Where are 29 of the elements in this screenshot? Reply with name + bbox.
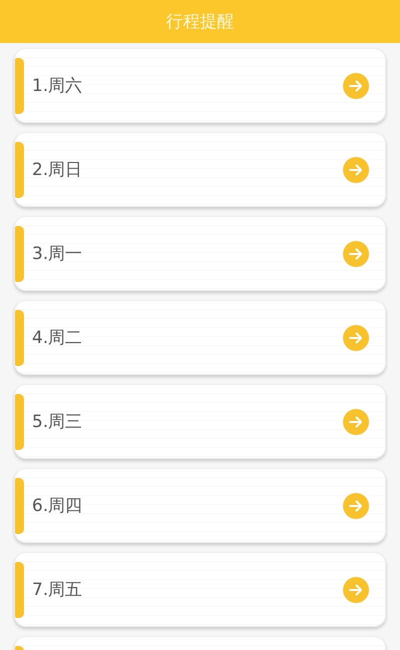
day-label: 4.周二 (32, 327, 84, 349)
accent-bar (15, 142, 24, 198)
day-label: 6.周四 (32, 495, 84, 517)
accent-bar (15, 226, 24, 282)
day-card[interactable]: 2.周日 (14, 132, 386, 207)
day-card[interactable]: 5.周三 (14, 384, 386, 459)
arrow-right-icon[interactable] (343, 240, 369, 266)
arrow-right-icon[interactable] (343, 576, 369, 602)
arrow-right-icon[interactable] (343, 156, 369, 182)
accent-bar (15, 562, 24, 618)
accent-bar (15, 394, 24, 450)
day-label: 5.周三 (32, 411, 84, 433)
arrow-right-icon[interactable] (343, 324, 369, 350)
day-label: 7.周五 (32, 579, 84, 601)
day-card[interactable]: 4.周二 (14, 300, 386, 375)
day-card[interactable]: 3.周一 (14, 216, 386, 291)
day-label: 2.周日 (32, 159, 84, 181)
day-card[interactable]: 1.周六 (14, 48, 386, 123)
accent-bar (15, 58, 24, 114)
day-label: 1.周六 (32, 75, 84, 97)
accent-bar (15, 478, 24, 534)
arrow-right-icon[interactable] (343, 72, 369, 98)
arrow-right-icon[interactable] (343, 408, 369, 434)
day-label: 3.周一 (32, 243, 84, 265)
day-card[interactable]: 6.周四 (14, 468, 386, 543)
arrow-right-icon[interactable] (343, 492, 369, 518)
page-title: 行程提醒 (166, 11, 234, 33)
accent-bar (15, 310, 24, 366)
day-card[interactable]: 7.周五 (14, 552, 386, 627)
